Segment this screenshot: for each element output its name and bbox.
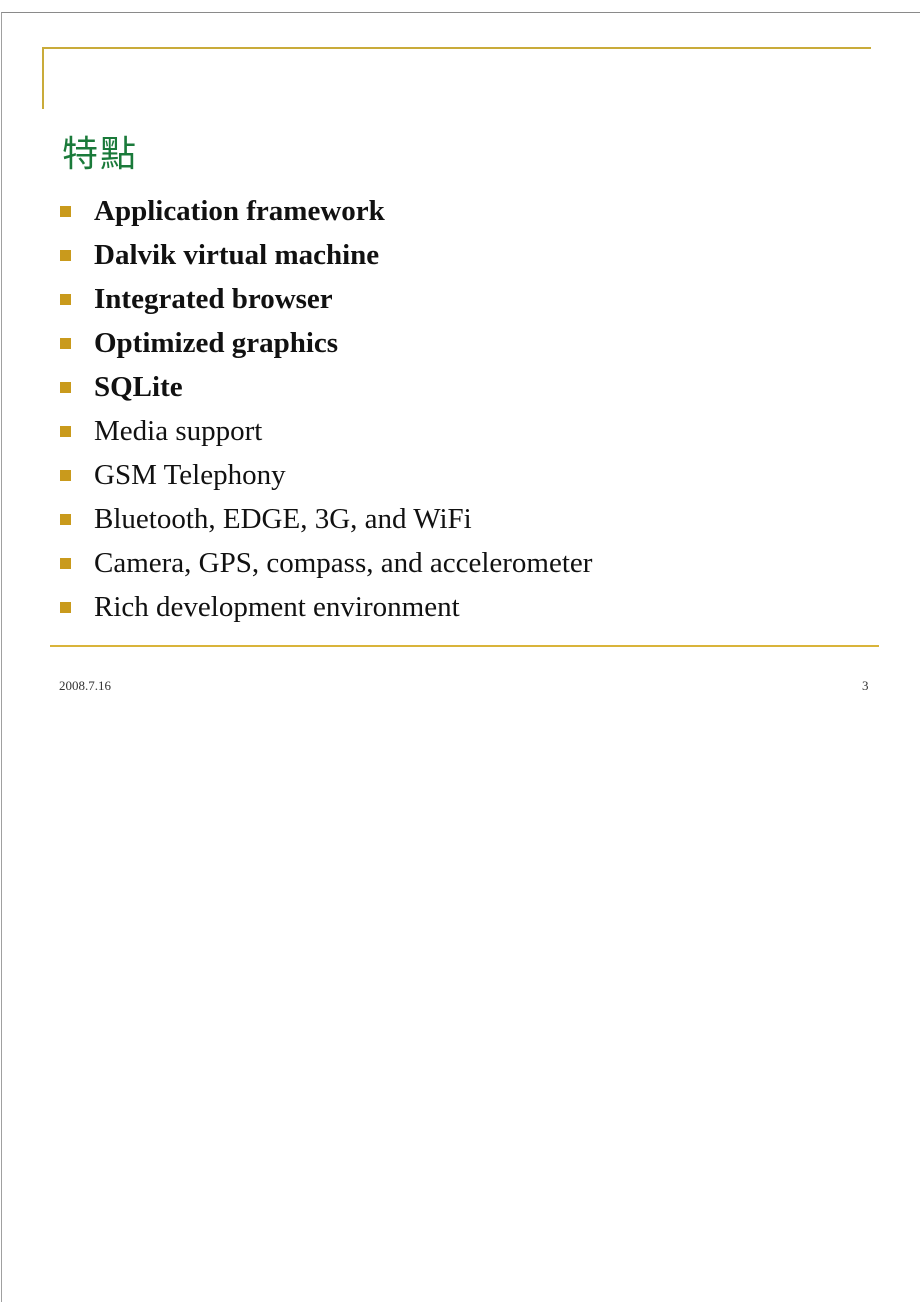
slide-title: 特點 [62, 134, 139, 175]
footer-rule [50, 645, 879, 647]
bullet-item: Dalvik virtual machine [60, 233, 592, 277]
bullet-text: Media support [94, 414, 263, 447]
bullet-item: Rich development environment [60, 585, 592, 629]
square-bullet-icon [60, 337, 71, 349]
bullet-item: GSM Telephony [60, 453, 592, 497]
square-bullet-icon [60, 601, 71, 613]
bullet-item: Camera, GPS, compass, and accelerometer [60, 541, 592, 585]
square-bullet-icon [60, 205, 71, 217]
bullet-item: SQLite [60, 365, 592, 409]
bullet-text: Application framework [94, 194, 385, 227]
square-bullet-icon [60, 513, 71, 525]
bullet-text: Dalvik virtual machine [94, 238, 380, 271]
square-bullet-icon [60, 425, 71, 437]
bullet-text: SQLite [94, 370, 183, 403]
title-frame-top-rule [42, 47, 871, 49]
square-bullet-icon [60, 557, 71, 569]
bullet-text: Bluetooth, EDGE, 3G, and WiFi [94, 502, 472, 535]
bullet-item: Bluetooth, EDGE, 3G, and WiFi [60, 497, 592, 541]
bullet-text: Integrated browser [94, 282, 333, 315]
bullet-item: Optimized graphics [60, 321, 592, 365]
bullet-text: GSM Telephony [94, 458, 286, 491]
bullet-item: Application framework [60, 189, 592, 233]
square-bullet-icon [60, 249, 71, 261]
title-frame-left-rule [42, 47, 44, 109]
footer-date: 2008.7.16 [59, 678, 111, 693]
bullet-item: Integrated browser [60, 277, 592, 321]
square-bullet-icon [60, 381, 71, 393]
bullet-list: Application framework Dalvik virtual mac… [60, 189, 592, 629]
square-bullet-icon [60, 469, 71, 481]
square-bullet-icon [60, 293, 71, 305]
bullet-text: Optimized graphics [94, 326, 339, 359]
bullet-text: Camera, GPS, compass, and accelerometer [94, 546, 593, 579]
footer-page-number: 3 [862, 678, 869, 693]
bullet-text: Rich development environment [94, 590, 460, 623]
slide-page: 特點 Application framework Dalvik virtual … [1, 12, 920, 1302]
bullet-item: Media support [60, 409, 592, 453]
